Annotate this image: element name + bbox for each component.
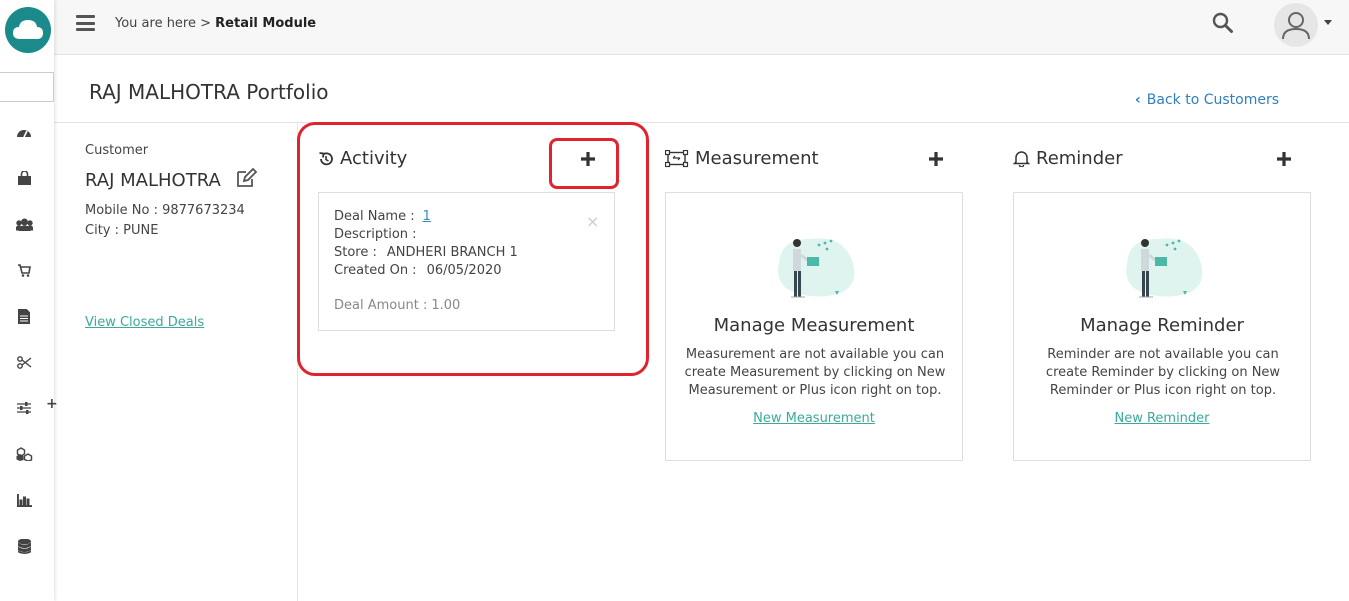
page-title: RAJ MALHOTRA Portfolio [89, 80, 329, 104]
empty-state-illustration [1119, 233, 1207, 305]
customer-label: Customer [85, 143, 149, 158]
breadcrumb-current[interactable]: Retail Module [215, 16, 316, 31]
reminder-empty-card: Manage Reminder Reminder are not availab… [1013, 192, 1311, 461]
back-to-customers-label: Back to Customers [1146, 92, 1280, 108]
back-to-customers-link[interactable]: ‹ Back to Customers [1135, 92, 1279, 108]
cart-icon[interactable] [14, 260, 34, 280]
chevron-left-icon: ‹ [1135, 92, 1141, 108]
app-logo[interactable] [5, 7, 51, 53]
database-icon[interactable] [14, 536, 34, 556]
hamburger-menu-icon[interactable] [76, 15, 95, 31]
sliders-icon[interactable] [14, 398, 34, 418]
header-divider [54, 122, 1349, 123]
reminder-empty-title: Manage Reminder [1080, 315, 1244, 336]
search-icon[interactable] [1212, 12, 1234, 34]
scissors-icon[interactable] [14, 352, 34, 372]
new-measurement-link[interactable]: New Measurement [666, 411, 962, 426]
bell-icon [1013, 151, 1030, 167]
add-measurement-button[interactable] [925, 148, 947, 170]
reminder-header: Reminder [1013, 148, 1123, 169]
user-avatar[interactable] [1274, 3, 1318, 47]
measurement-icon [665, 149, 689, 167]
edit-icon[interactable] [236, 167, 258, 192]
document-icon[interactable] [14, 306, 34, 326]
cubes-icon[interactable] [14, 444, 34, 464]
add-reminder-button[interactable] [1273, 148, 1295, 170]
customer-name: RAJ MALHOTRA [85, 170, 221, 191]
chevron-down-icon[interactable] [1324, 20, 1332, 25]
reminder-empty-description: Reminder are not available you can creat… [1045, 347, 1281, 398]
top-bar: You are here > Retail Module [54, 0, 1349, 55]
sidebar-rail: + [0, 0, 58, 601]
measurement-empty-card: Manage Measurement Measurement are not a… [665, 192, 963, 461]
sidebar-expand-plus[interactable]: + [46, 396, 58, 412]
plus-icon [1277, 152, 1291, 166]
measurement-title: Measurement [695, 148, 819, 169]
measurement-empty-title: Manage Measurement [713, 315, 915, 336]
view-closed-deals-link[interactable]: View Closed Deals [85, 315, 204, 330]
users-icon[interactable] [14, 214, 34, 234]
shopping-bag-icon[interactable] [14, 168, 34, 188]
sidebar-search-input[interactable] [0, 72, 54, 102]
measurement-header: Measurement [665, 148, 819, 169]
dashboard-icon[interactable] [14, 122, 34, 142]
breadcrumb-prefix: You are here > [115, 16, 212, 31]
customer-city: City : PUNE [85, 223, 159, 238]
new-reminder-link[interactable]: New Reminder [1014, 411, 1310, 426]
plus-icon [929, 152, 943, 166]
bar-chart-icon[interactable] [14, 490, 34, 510]
reminder-title: Reminder [1036, 148, 1123, 169]
measurement-empty-description: Measurement are not available you can cr… [684, 347, 946, 398]
customer-mobile: Mobile No : 9877673234 [85, 203, 245, 218]
annotation-highlight-add-activity [549, 138, 619, 189]
empty-state-illustration [771, 233, 859, 305]
breadcrumb: You are here > Retail Module [115, 16, 316, 31]
